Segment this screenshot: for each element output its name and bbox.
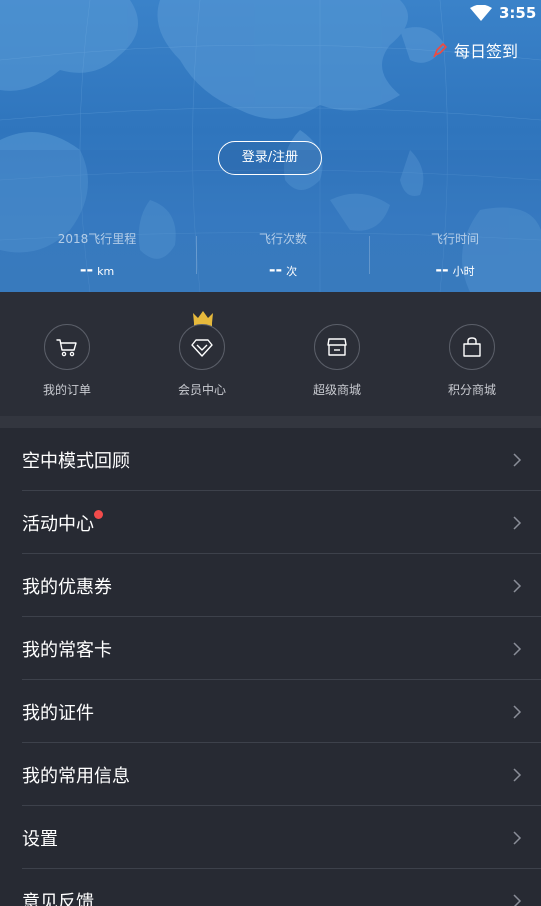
nav-label: 积分商城 <box>447 383 496 397</box>
settings-menu: 空中模式回顾 活动中心 我的优惠券 我的常客卡 我的证件 我的常用信息 设置 意… <box>0 428 541 906</box>
stat-flight-count: 飞行次数 -- 次 <box>203 228 363 280</box>
diamond-icon <box>191 339 213 357</box>
menu-item-air-mode-review[interactable]: 空中模式回顾 <box>0 428 541 491</box>
daily-checkin-button[interactable]: 每日签到 <box>432 40 519 61</box>
stat-number: -- <box>79 260 94 279</box>
stat-unit: km <box>97 265 115 278</box>
store-icon <box>327 338 347 356</box>
nav-icon-circle <box>44 324 90 370</box>
nav-icon-circle <box>179 324 225 370</box>
stat-value: -- 次 <box>203 260 363 279</box>
stat-value: -- 小时 <box>375 260 535 279</box>
nav-member-center[interactable]: 会员中心 <box>152 324 252 404</box>
nav-super-mall[interactable]: 超级商城 <box>287 324 387 404</box>
flight-stats: 2018飞行里程 -- km 飞行次数 -- 次 飞行时间 -- 小时 <box>0 228 541 280</box>
stat-flight-time: 飞行时间 -- 小时 <box>375 228 535 280</box>
chevron-right-icon <box>513 831 522 845</box>
stat-label: 2018飞行里程 <box>57 232 137 246</box>
menu-item-common-info[interactable]: 我的常用信息 <box>0 743 541 806</box>
stat-label: 飞行时间 <box>430 232 479 246</box>
nav-my-orders[interactable]: 我的订单 <box>17 324 117 404</box>
menu-label: 设置 <box>22 829 58 850</box>
menu-label: 我的常客卡 <box>22 640 112 661</box>
quick-nav: 我的订单 会员中心 超级商城 积分商城 <box>0 292 541 416</box>
status-bar: 3:55 <box>0 0 541 26</box>
stat-divider <box>369 236 370 274</box>
menu-item-feedback[interactable]: 意见反馈 <box>0 869 541 906</box>
login-register-button[interactable]: 登录/注册 <box>218 141 322 175</box>
wifi-icon <box>470 5 492 21</box>
menu-label: 空中模式回顾 <box>22 451 130 472</box>
menu-label: 我的常用信息 <box>22 766 130 787</box>
stat-unit: 小时 <box>452 265 475 278</box>
menu-item-activity-center[interactable]: 活动中心 <box>0 491 541 554</box>
menu-item-documents[interactable]: 我的证件 <box>0 680 541 743</box>
stat-divider <box>196 236 197 274</box>
nav-label: 会员中心 <box>177 383 226 397</box>
stat-unit: 次 <box>286 265 298 278</box>
stat-label: 飞行次数 <box>258 232 307 246</box>
stat-number: -- <box>435 260 449 279</box>
menu-label: 我的证件 <box>22 703 94 724</box>
chevron-right-icon <box>513 453 522 467</box>
nav-label: 我的订单 <box>42 383 91 397</box>
stat-mileage: 2018飞行里程 -- km <box>17 228 177 280</box>
menu-label: 活动中心 <box>22 514 94 535</box>
menu-item-settings[interactable]: 设置 <box>0 806 541 869</box>
menu-item-coupons[interactable]: 我的优惠券 <box>0 554 541 617</box>
menu-label: 意见反馈 <box>22 892 94 906</box>
nav-icon-circle <box>449 324 495 370</box>
chevron-right-icon <box>513 642 522 656</box>
stat-value: -- km <box>17 260 177 279</box>
pen-icon <box>433 43 447 58</box>
stat-number: -- <box>268 260 283 279</box>
shopping-bag-icon <box>463 337 481 357</box>
checkin-label: 每日签到 <box>454 42 519 61</box>
chevron-right-icon <box>513 579 522 593</box>
cart-icon <box>56 339 77 357</box>
nav-label: 超级商城 <box>312 383 361 397</box>
notification-dot <box>94 510 103 519</box>
status-time: 3:55 <box>499 4 537 22</box>
chevron-right-icon <box>513 705 522 719</box>
chevron-right-icon <box>513 768 522 782</box>
chevron-right-icon <box>513 894 522 906</box>
chevron-right-icon <box>513 516 522 530</box>
section-gap <box>0 416 541 428</box>
profile-header: 3:55 每日签到 登录/注册 2018飞行里程 -- km 飞行次数 -- 次 飞… <box>0 0 541 292</box>
menu-label: 我的优惠券 <box>22 577 112 598</box>
menu-item-frequent-flyer-card[interactable]: 我的常客卡 <box>0 617 541 680</box>
nav-points-mall[interactable]: 积分商城 <box>422 324 522 404</box>
nav-icon-circle <box>314 324 360 370</box>
